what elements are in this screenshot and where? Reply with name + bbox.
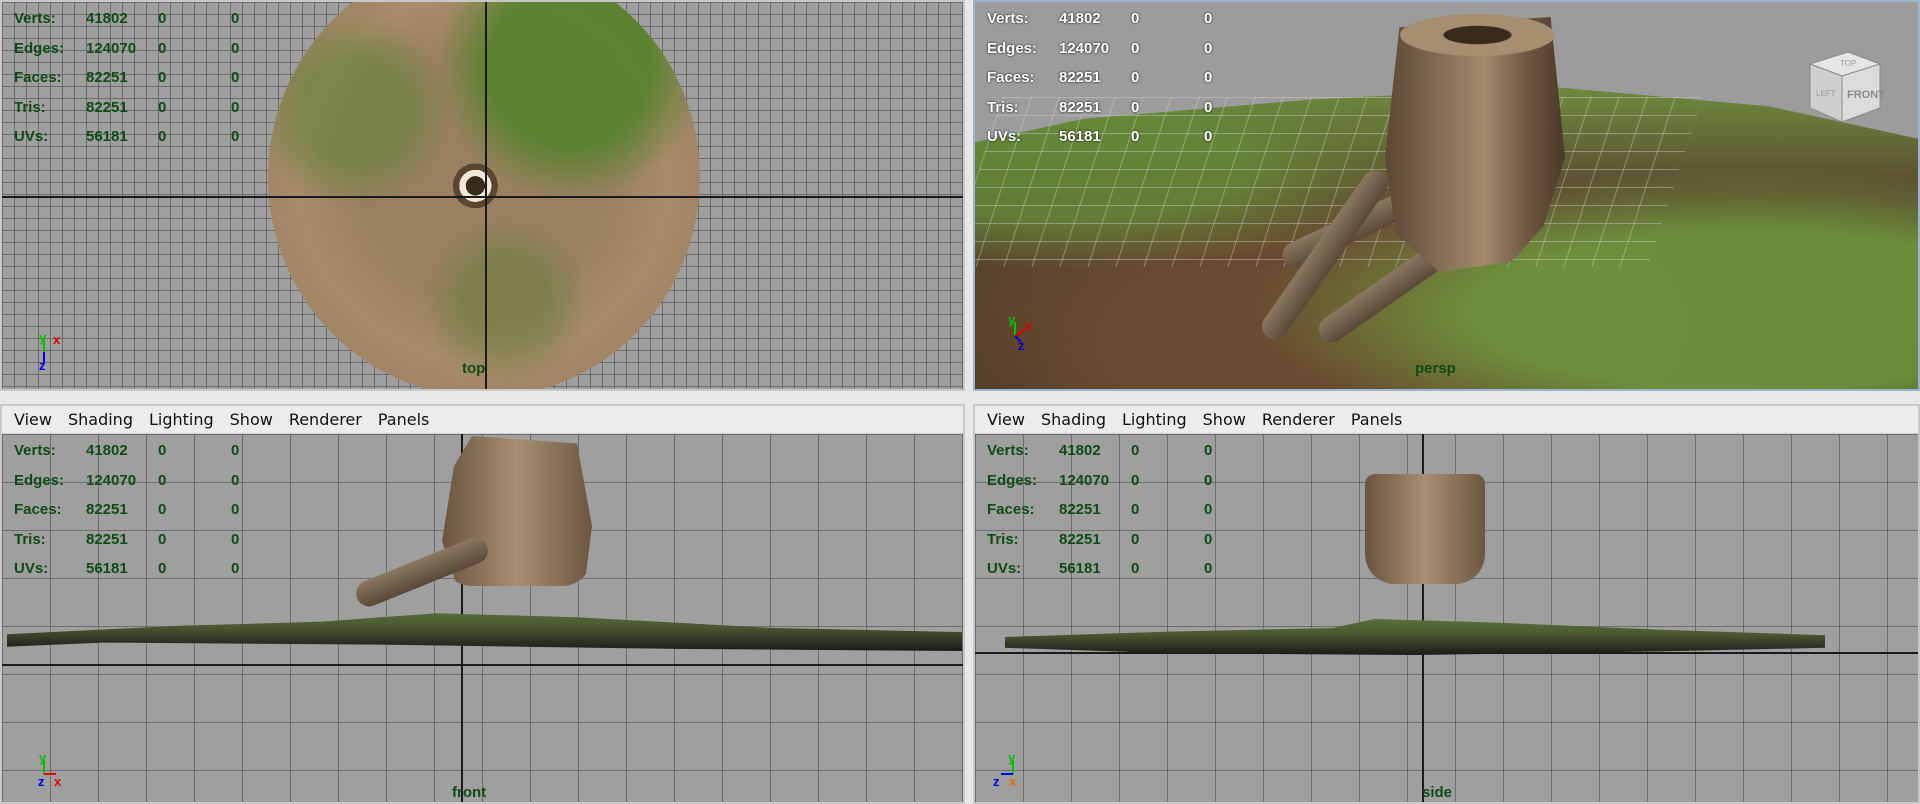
camera-label: top [462,360,486,377]
menu-show[interactable]: Show [230,410,273,429]
axis-gizmo-icon: y x z [36,330,76,373]
axis-line-vertical [485,2,487,389]
viewport-pane-side[interactable]: View Shading Lighting Show Renderer Pane… [973,404,1920,804]
svg-text:y: y [1008,312,1016,327]
svg-text:FRONT: FRONT [1847,89,1885,101]
poly-count-hud: Verts: 41802 0 0 Edges: 124070 0 0 Faces: 82251… [14,442,240,578]
panel-menubar: View Shading Lighting Show Renderer Pane… [975,406,1918,434]
svg-text:z: z [39,358,46,372]
svg-text:LEFT: LEFT [1816,89,1836,98]
menu-show[interactable]: Show [1203,410,1246,429]
menu-renderer[interactable]: Renderer [289,410,362,429]
menu-view[interactable]: View [987,410,1025,429]
axis-line-horizontal [2,664,963,666]
poly-count-hud: Verts: 41802 0 0 Edges: 124070 0 0 Faces: 82251… [987,10,1213,146]
viewport-pane-front[interactable]: View Shading Lighting Show Renderer Pane… [0,404,965,804]
tree-stump-top [1400,14,1555,56]
axis-line-horizontal [2,196,963,198]
viewport-top[interactable]: Verts: 41802 0 0 Edges: 124070 0 0 Faces: 82251… [2,2,963,389]
svg-text:y: y [1008,752,1016,765]
svg-text:z: z [993,774,1000,789]
poly-count-hud: Verts: 41802 0 0 Edges: 124070 0 0 Faces: 82251… [987,442,1213,578]
svg-text:x: x [1025,318,1033,333]
poly-count-hud: Verts: 41802 0 0 Edges: 124070 0 0 Faces: 82251… [14,10,240,146]
menu-panels[interactable]: Panels [378,410,430,429]
panel-menubar: View Shading Lighting Show Renderer Pane… [2,406,963,434]
camera-label: side [1422,784,1453,801]
camera-label: front [452,784,487,801]
menu-lighting[interactable]: Lighting [1122,410,1187,429]
svg-text:TOP: TOP [1840,59,1856,68]
camera-label: persp [1415,360,1456,377]
menu-panels[interactable]: Panels [1351,410,1403,429]
menu-shading[interactable]: Shading [1041,410,1106,429]
viewcube-icon[interactable]: TOP LEFT FRONT [1800,42,1886,128]
tree-stump-mesh[interactable] [1365,474,1485,584]
viewport-front[interactable]: Verts: 41802 0 0 Edges: 124070 0 0 Faces: 82251… [2,434,963,802]
viewport-side[interactable]: Verts: 41802 0 0 Edges: 124070 0 0 Faces: 82251… [975,434,1918,802]
svg-text:y: y [39,332,47,345]
axis-gizmo-icon: y x z [1005,312,1045,353]
menu-renderer[interactable]: Renderer [1262,410,1335,429]
viewport-pane-top[interactable]: Verts: 41802 0 0 Edges: 124070 0 0 Faces: 82251… [0,0,965,391]
viewport-persp[interactable]: TOP LEFT FRONT Verts: 41802 0 0 Edges: 12407… [975,2,1918,389]
viewport-pane-persp[interactable]: TOP LEFT FRONT Verts: 41802 0 0 Edges: 12407… [973,0,1920,391]
svg-text:x: x [53,332,61,347]
axis-gizmo-icon: y z x [987,750,1027,792]
axis-gizmo-icon: y z x [36,750,76,792]
svg-text:x: x [1009,774,1017,789]
svg-text:z: z [38,774,45,789]
menu-shading[interactable]: Shading [68,410,133,429]
svg-text:z: z [1018,338,1025,352]
svg-text:x: x [54,774,62,789]
menu-view[interactable]: View [14,410,52,429]
menu-lighting[interactable]: Lighting [149,410,214,429]
svg-text:y: y [39,752,47,765]
